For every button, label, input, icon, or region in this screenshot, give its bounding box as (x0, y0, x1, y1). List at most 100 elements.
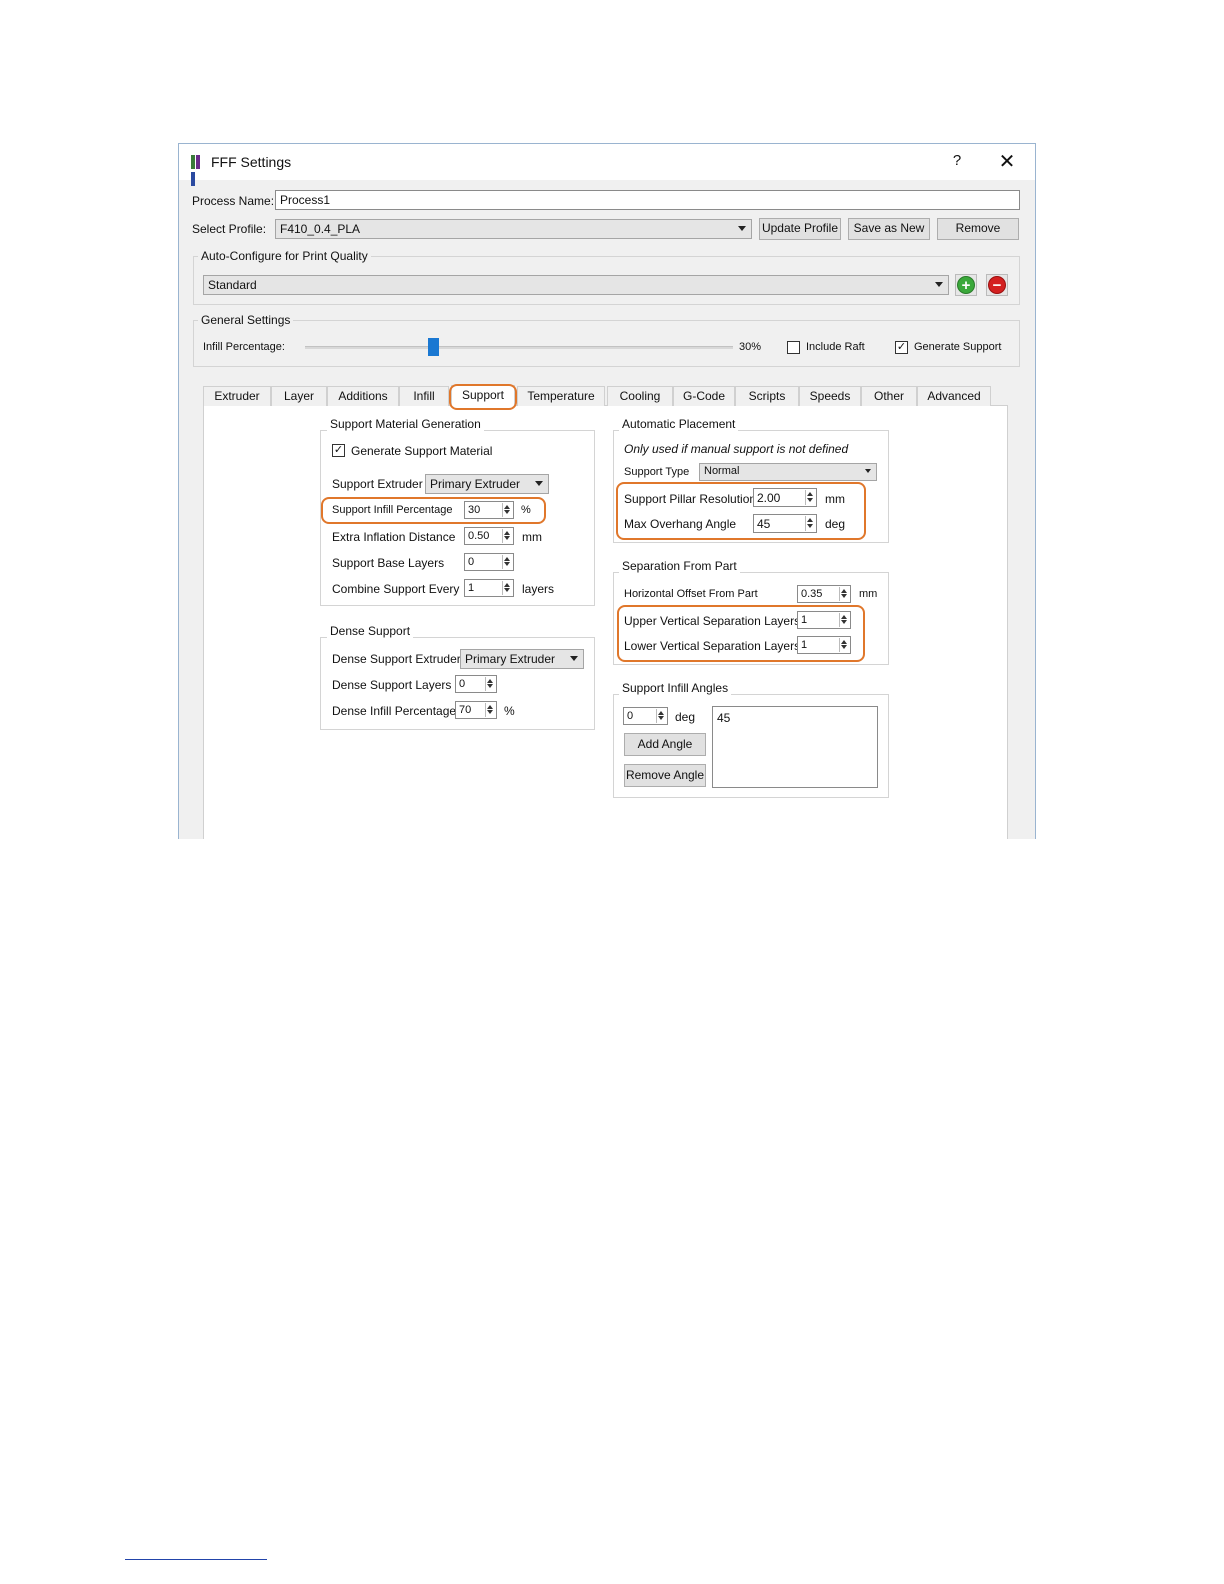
remove-profile-button[interactable]: Remove (937, 218, 1019, 240)
generate-support-checkbox[interactable]: ✓ (895, 341, 908, 354)
horizontal-offset-value: 0.35 (801, 588, 823, 600)
title-bar: FFF Settings ? ✕ (179, 144, 1035, 186)
support-base-layers-value: 0 (468, 556, 475, 568)
update-profile-button[interactable]: Update Profile (759, 218, 841, 240)
support-extruder-value: Primary Extruder (430, 477, 521, 491)
automatic-placement-label: Automatic Placement (619, 417, 739, 431)
dense-infill-value: 70 (459, 704, 472, 716)
support-base-layers-label: Support Base Layers (332, 556, 445, 570)
spin-down-icon[interactable] (656, 715, 666, 723)
help-button[interactable]: ? (947, 152, 967, 169)
process-name-label: Process Name: (192, 194, 275, 208)
process-name-input[interactable]: Process1 (275, 190, 1020, 210)
support-extruder-label: Support Extruder (332, 477, 423, 491)
angle-list[interactable]: 45 (712, 706, 878, 788)
combine-support-value: 1 (468, 582, 475, 594)
support-infill-highlight (321, 497, 546, 524)
inflation-distance-unit: mm (522, 530, 542, 544)
dense-infill-label: Dense Infill Percentage (332, 704, 457, 718)
infill-angles-label: Support Infill Angles (619, 681, 732, 695)
inflation-distance-label: Extra Inflation Distance (332, 530, 456, 544)
infill-slider-track[interactable] (305, 346, 733, 349)
include-raft-checkbox[interactable] (787, 341, 800, 354)
dense-extruder-select[interactable]: Primary Extruder (460, 649, 584, 669)
tab-other[interactable]: Other (861, 386, 917, 406)
separation-highlight (617, 605, 865, 662)
auto-configure-label: Auto-Configure for Print Quality (198, 249, 371, 263)
add-angle-button[interactable]: Add Angle (624, 733, 706, 756)
chevron-down-icon (535, 481, 543, 486)
remove-quality-button[interactable]: − (986, 274, 1008, 296)
tab-g-code[interactable]: G-Code (673, 386, 735, 406)
angle-value: 0 (627, 710, 634, 722)
infill-slider-thumb[interactable] (428, 338, 440, 356)
tab-speeds[interactable]: Speeds (799, 386, 861, 406)
tab-additions[interactable]: Additions (327, 386, 399, 406)
dense-layers-value: 0 (459, 678, 466, 690)
separation-label: Separation From Part (619, 559, 740, 573)
spin-down-icon[interactable] (502, 561, 512, 569)
horizontal-offset-label: Horizontal Offset From Part (624, 588, 758, 600)
spin-down-icon[interactable] (502, 535, 512, 543)
remove-angle-button[interactable]: Remove Angle (624, 764, 706, 787)
angle-unit: deg (675, 710, 696, 724)
combine-support-label: Combine Support Every (332, 582, 460, 596)
angle-list-item[interactable]: 45 (717, 711, 873, 725)
spin-down-icon[interactable] (485, 709, 495, 717)
support-type-label: Support Type (624, 466, 690, 478)
dense-layers-label: Dense Support Layers (332, 678, 452, 692)
tab-extruder[interactable]: Extruder (203, 386, 271, 406)
quality-select[interactable]: Standard (203, 275, 949, 295)
dense-layers-spinbox[interactable]: 0 (455, 675, 497, 693)
tab-layer[interactable]: Layer (271, 386, 327, 406)
tab-cooling[interactable]: Cooling (607, 386, 673, 406)
support-tab-highlight (449, 384, 517, 410)
minus-icon: − (988, 276, 1006, 294)
chevron-down-icon (865, 469, 871, 473)
tab-scripts[interactable]: Scripts (735, 386, 799, 406)
spin-down-icon[interactable] (502, 587, 512, 595)
infill-percentage-label: Infill Percentage: (203, 341, 285, 353)
chevron-down-icon (738, 226, 746, 231)
profile-select[interactable]: F410_0.4_PLA (275, 219, 752, 239)
tab-temperature[interactable]: Temperature (517, 386, 605, 406)
spin-down-icon[interactable] (485, 683, 495, 691)
support-type-select[interactable]: Normal (699, 463, 877, 481)
save-as-new-button[interactable]: Save as New (848, 218, 930, 240)
dense-infill-spinbox[interactable]: 70 (455, 701, 497, 719)
tab-advanced[interactable]: Advanced (917, 386, 991, 406)
select-profile-label: Select Profile: (192, 222, 267, 236)
dense-infill-unit: % (504, 704, 515, 718)
profile-select-value: F410_0.4_PLA (280, 222, 361, 236)
combine-support-unit: layers (522, 582, 555, 596)
support-type-value: Normal (704, 465, 740, 477)
infill-percentage-value: 30% (739, 341, 762, 353)
close-button[interactable]: ✕ (995, 149, 1019, 174)
generate-support-material-checkbox[interactable]: ✓ (332, 444, 345, 457)
dense-extruder-label: Dense Support Extruder (332, 652, 461, 666)
quality-select-value: Standard (208, 278, 257, 292)
fff-settings-dialog: FFF Settings ? ✕ Process Name: Process1 … (178, 143, 1036, 839)
generate-support-label: Generate Support (914, 341, 1002, 353)
horizontal-offset-unit: mm (859, 588, 878, 600)
inflation-distance-spinbox[interactable]: 0.50 (464, 527, 514, 545)
chevron-down-icon (935, 282, 943, 287)
placement-note: Only used if manual support is not defin… (624, 442, 849, 456)
add-quality-button[interactable]: + (955, 274, 977, 296)
generate-support-material-label: Generate Support Material (351, 444, 493, 458)
tab-infill[interactable]: Infill (399, 386, 449, 406)
horizontal-offset-spinbox[interactable]: 0.35 (797, 585, 851, 603)
chevron-down-icon (570, 656, 578, 661)
support-material-label: Support Material Generation (327, 417, 484, 431)
support-base-layers-spinbox[interactable]: 0 (464, 553, 514, 571)
general-settings-label: General Settings (198, 313, 294, 327)
spin-down-icon[interactable] (839, 593, 849, 601)
combine-support-spinbox[interactable]: 1 (464, 579, 514, 597)
app-logo-icon (191, 155, 205, 186)
window-title: FFF Settings (211, 154, 292, 170)
plus-icon: + (957, 276, 975, 294)
dense-extruder-value: Primary Extruder (465, 652, 556, 666)
angle-spinbox[interactable]: 0 (623, 707, 668, 725)
support-extruder-select[interactable]: Primary Extruder (425, 474, 549, 494)
inflation-distance-value: 0.50 (468, 530, 490, 542)
